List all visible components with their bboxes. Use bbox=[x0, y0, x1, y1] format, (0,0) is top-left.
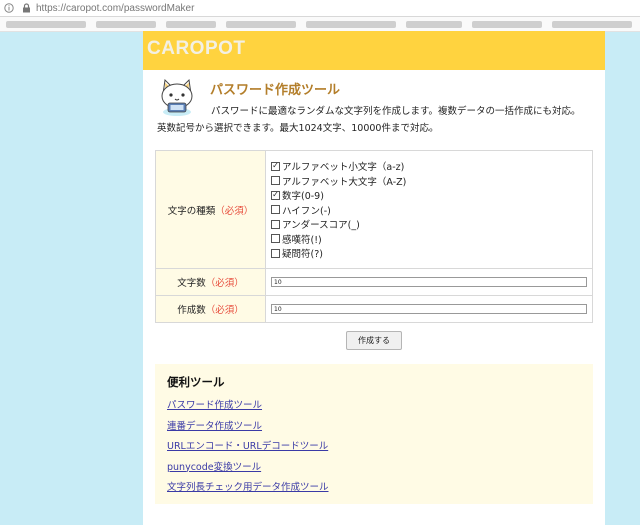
site-logo[interactable]: CAROPOT bbox=[147, 38, 246, 59]
length-field-cell: 10 bbox=[265, 268, 593, 296]
tools-title: 便利ツール bbox=[167, 377, 225, 389]
address-bar[interactable]: https://caropot.com/passwordMaker bbox=[0, 0, 640, 17]
option-label: アルファベット小文字（a-z) bbox=[282, 162, 405, 173]
cat-mascot-icon bbox=[155, 74, 199, 118]
create-button[interactable]: 作成する bbox=[346, 331, 402, 350]
option-digits[interactable]: ✓ 数字(0-9) bbox=[271, 188, 592, 203]
info-icon[interactable] bbox=[3, 2, 15, 14]
page-title: パスワード作成ツール bbox=[210, 82, 341, 97]
length-input[interactable]: 10 bbox=[271, 277, 587, 287]
char-types-label-cell: 文字の種類（必須） bbox=[155, 150, 266, 269]
option-question[interactable]: 疑問符(?) bbox=[271, 246, 592, 261]
lock-icon bbox=[20, 2, 32, 14]
site-header: CAROPOT bbox=[143, 31, 605, 70]
length-label-cell: 文字数（必須） bbox=[155, 268, 266, 296]
bookmarks-bar bbox=[0, 17, 640, 32]
count-field-cell: 10 bbox=[265, 295, 593, 323]
description-line-1: パスワードに最適なランダムな文字列を作成します。複数データの一括作成にも対応。 bbox=[211, 106, 581, 117]
option-label: ハイフン(-) bbox=[282, 205, 331, 217]
option-underscore[interactable]: アンダースコア(_) bbox=[271, 217, 592, 232]
option-exclamation[interactable]: 感嘆符(!) bbox=[271, 231, 592, 246]
tool-link-password[interactable]: パスワード作成ツール bbox=[167, 397, 581, 418]
checkbox-lowercase[interactable]: ✓ bbox=[271, 161, 280, 171]
checkbox-uppercase[interactable] bbox=[271, 176, 280, 185]
checkbox-underscore[interactable] bbox=[271, 219, 280, 229]
url-text[interactable]: https://caropot.com/passwordMaker bbox=[36, 3, 194, 14]
checkbox-exclamation[interactable] bbox=[271, 234, 280, 243]
checkbox-digits[interactable]: ✓ bbox=[271, 190, 280, 200]
description-line-2: 英数記号から選択できます。最大1024文字、10000件まで対応。 bbox=[157, 123, 439, 134]
option-label: 感嘆符(!) bbox=[282, 234, 322, 246]
char-types-options: ✓ アルファベット小文字（a-z) アルファベット大文字（A-Z) ✓ 数字(0-9… bbox=[265, 150, 593, 269]
checkbox-hyphen[interactable] bbox=[271, 205, 280, 214]
tool-link-urlencode[interactable]: URLエンコード・URLデコードツール bbox=[167, 438, 581, 459]
tool-link-length-check[interactable]: 文字列長チェック用データ作成ツール bbox=[167, 479, 581, 500]
option-label: アンダースコア(_) bbox=[282, 220, 360, 231]
option-label: 疑問符(?) bbox=[282, 249, 323, 260]
option-label: アルファベット大文字（A-Z) bbox=[282, 176, 407, 188]
password-form: 文字の種類（必須） ✓ アルファベット小文字（a-z) アルファベット大文字（A-… bbox=[155, 150, 593, 323]
count-label-cell: 作成数（必須） bbox=[155, 295, 266, 323]
tool-link-punycode[interactable]: punycode変換ツール bbox=[167, 459, 581, 480]
option-label: 数字(0-9) bbox=[282, 191, 324, 202]
count-label: 作成数 bbox=[177, 305, 206, 316]
length-label: 文字数 bbox=[177, 278, 206, 289]
char-types-label: 文字の種類 bbox=[167, 205, 216, 217]
tool-link-sequence[interactable]: 連番データ作成ツール bbox=[167, 418, 581, 439]
option-hyphen[interactable]: ハイフン(-) bbox=[271, 202, 592, 217]
page-container: CAROPOT パスワード作成ツール パスワードに最適なランダムな文字列を作成し… bbox=[143, 31, 605, 525]
required-mark: （必須） bbox=[205, 278, 244, 289]
required-mark: （必須） bbox=[205, 305, 244, 316]
option-uppercase[interactable]: アルファベット大文字（A-Z) bbox=[271, 173, 592, 188]
required-mark: （必須） bbox=[215, 205, 254, 217]
option-lowercase[interactable]: ✓ アルファベット小文字（a-z) bbox=[271, 159, 592, 174]
useful-tools-box: 便利ツール パスワード作成ツール 連番データ作成ツール URLエンコード・URL… bbox=[155, 364, 593, 504]
checkbox-question[interactable] bbox=[271, 248, 280, 258]
count-input[interactable]: 10 bbox=[271, 304, 587, 314]
